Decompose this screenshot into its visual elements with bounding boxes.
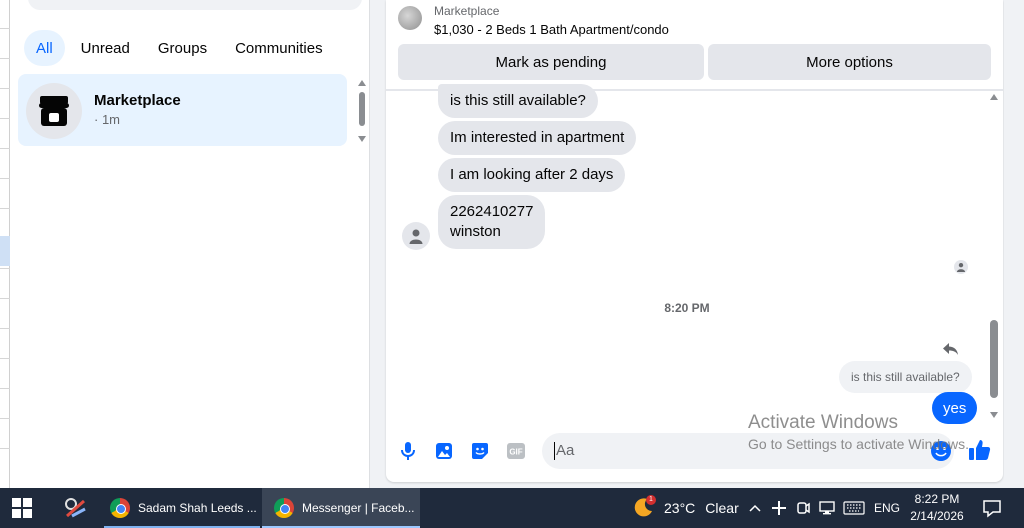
listing-category: Marketplace — [434, 4, 500, 18]
conversation-list-panel: All Unread Groups Communities Marketplac… — [10, 0, 370, 488]
mark-as-pending-button[interactable]: Mark as pending — [398, 44, 704, 80]
plus-tray-icon[interactable] — [770, 498, 788, 518]
reply-arrow-icon — [942, 340, 960, 358]
chat-panel: Marketplace $1,030 - 2 Beds 1 Bath Apart… — [386, 0, 1003, 482]
weather-condition: Clear — [705, 500, 739, 516]
image-icon[interactable] — [434, 441, 454, 461]
outgoing-message: yes — [932, 392, 978, 424]
sender-avatar-icon[interactable] — [402, 222, 430, 250]
taskbar-app-chrome-1[interactable]: Sadam Shah Leeds ... — [104, 488, 260, 528]
chrome-icon — [110, 498, 130, 518]
gif-label: GIF — [509, 448, 522, 457]
filter-tabs: All Unread Groups Communities — [24, 30, 335, 66]
activation-watermark-subtitle: Go to Settings to activate Windows. — [748, 436, 969, 452]
more-options-button[interactable]: More options — [708, 44, 991, 80]
listing-thumbnail[interactable] — [398, 6, 422, 30]
like-icon[interactable] — [968, 438, 992, 462]
replied-message-quote[interactable]: is this still available? — [839, 361, 972, 393]
conversation-time: · 1m — [94, 112, 120, 127]
chrome-icon — [274, 498, 294, 518]
scrollbar-thumb[interactable] — [990, 320, 998, 398]
scroll-up-arrow-icon[interactable] — [990, 94, 998, 100]
filter-tab-unread[interactable]: Unread — [69, 30, 142, 66]
snipping-tool-icon[interactable] — [62, 488, 90, 528]
scroll-up-arrow-icon[interactable] — [358, 80, 366, 86]
network-tray-icon[interactable] — [818, 498, 836, 518]
conversation-item-marketplace[interactable]: Marketplace · 1m — [18, 74, 347, 146]
meet-camera-tray-icon[interactable] — [794, 498, 812, 518]
search-input[interactable] — [28, 0, 362, 10]
window-edge — [1004, 0, 1024, 488]
taskbar-app-label: Sadam Shah Leeds ... — [138, 501, 257, 515]
time-separator: 8:20 PM — [664, 301, 710, 315]
incoming-message: I am looking after 2 days — [438, 158, 626, 192]
taskbar: Sadam Shah Leeds ... Messenger | Faceb..… — [0, 488, 1024, 528]
message-input-placeholder: Aa — [556, 442, 575, 459]
scrollbar-thumb[interactable] — [359, 92, 365, 126]
keyboard-tray-icon[interactable] — [842, 498, 866, 518]
clock-time: 8:22 PM — [914, 492, 960, 506]
taskbar-clock[interactable]: 8:22 PM 2/14/2026 — [905, 491, 969, 525]
listing-title[interactable]: $1,030 - 2 Beds 1 Bath Apartment/condo — [434, 22, 669, 37]
clock-date: 2/14/2026 — [910, 509, 964, 523]
notification-center-icon[interactable] — [982, 498, 1002, 518]
filter-tab-groups[interactable]: Groups — [146, 30, 219, 66]
activation-watermark-title: Activate Windows — [748, 412, 898, 433]
storefront-icon — [26, 83, 82, 139]
gif-icon[interactable]: GIF — [506, 441, 526, 461]
background-spreadsheet-strip — [0, 0, 10, 488]
tray-overflow-chevron-icon[interactable] — [746, 498, 764, 518]
weather-alert-badge: 1 — [646, 495, 656, 505]
microphone-icon[interactable] — [398, 441, 418, 461]
weather-widget[interactable]: 1 23°C Clear — [632, 488, 739, 528]
windows-start-icon[interactable] — [12, 498, 32, 518]
taskbar-app-label: Messenger | Faceb... — [302, 501, 415, 515]
conversation-name: Marketplace — [94, 92, 181, 109]
message-line: winston — [450, 223, 501, 240]
filter-tab-communities[interactable]: Communities — [223, 30, 335, 66]
chat-scrollbar[interactable] — [987, 94, 1001, 418]
conversation-list-scrollbar[interactable] — [357, 80, 367, 142]
incoming-message: Im interested in apartment — [438, 121, 637, 155]
filter-tab-all[interactable]: All — [24, 30, 65, 66]
text-cursor — [554, 442, 555, 460]
seen-avatar-icon — [954, 260, 968, 274]
sticker-icon[interactable] — [470, 441, 490, 461]
incoming-message: 2262410277 winston — [438, 195, 546, 249]
scroll-down-arrow-icon[interactable] — [990, 412, 998, 418]
language-indicator[interactable]: ENG — [872, 498, 902, 518]
taskbar-app-chrome-2[interactable]: Messenger | Faceb... — [262, 488, 420, 528]
moon-weather-icon: 1 — [632, 495, 656, 519]
incoming-message: is this still available? — [438, 84, 598, 118]
message-line: 2262410277 — [450, 203, 534, 220]
scroll-down-arrow-icon[interactable] — [358, 136, 366, 142]
weather-temperature: 23°C — [664, 500, 696, 516]
